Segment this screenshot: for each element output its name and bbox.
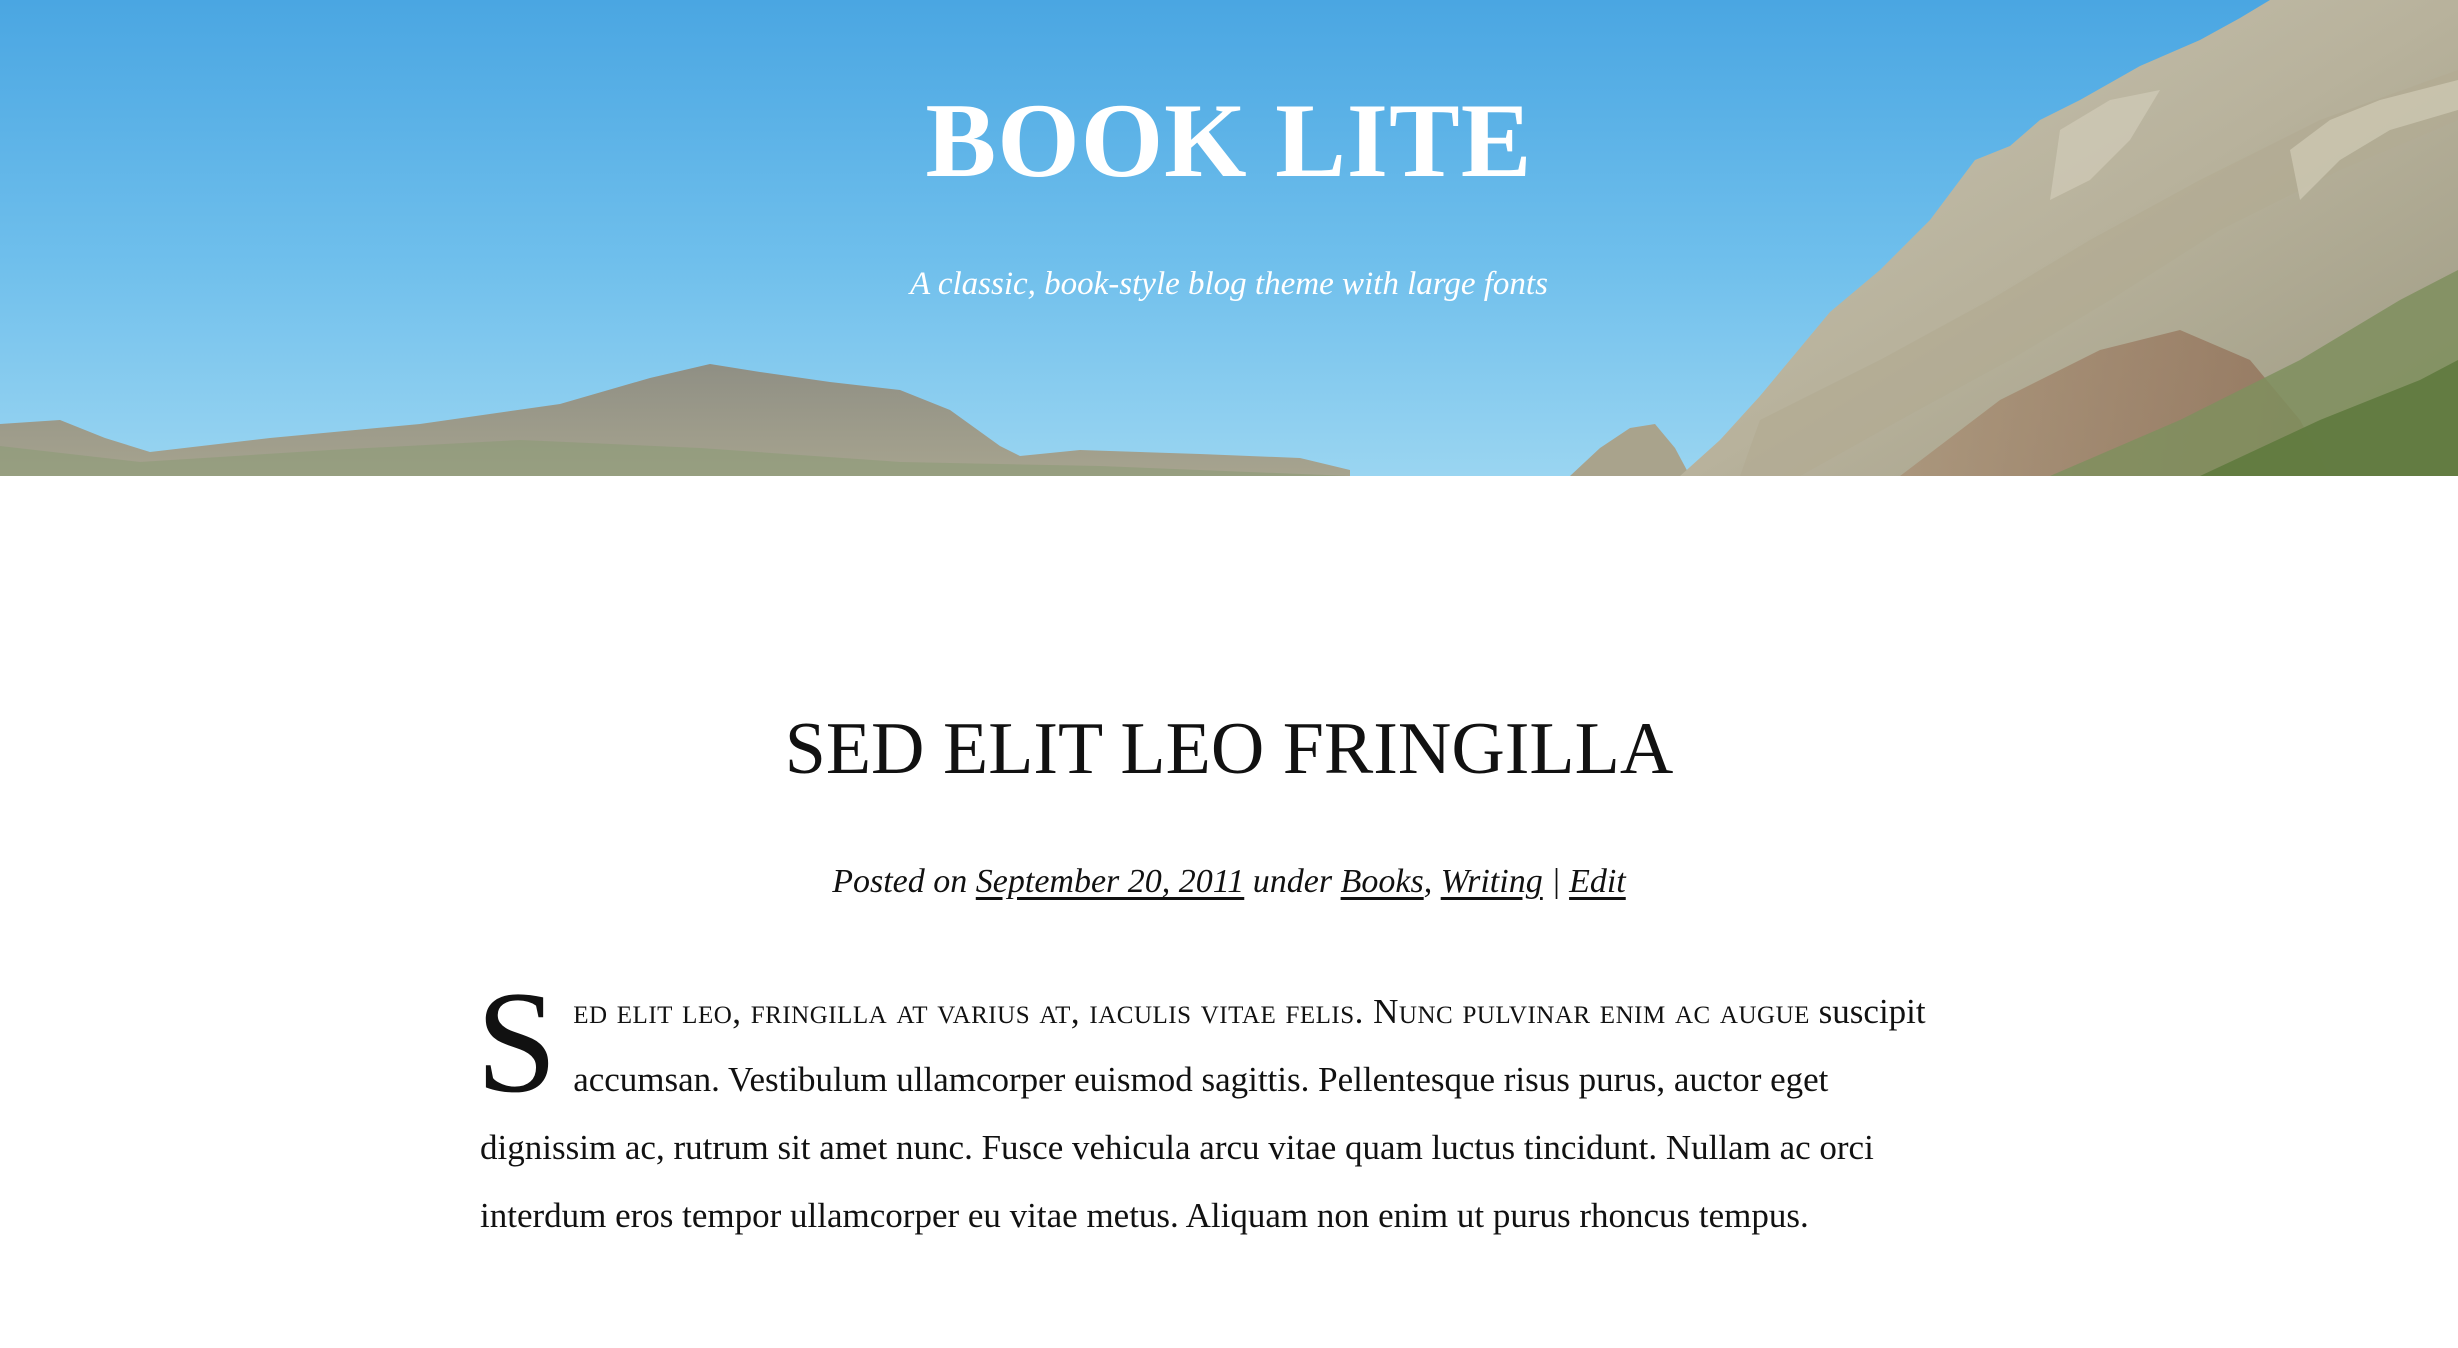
lead-in-text: ed elit leo, fringilla at varius at, iac…: [573, 992, 1810, 1031]
post-date-link[interactable]: September 20, 2011: [976, 863, 1244, 900]
post-title: SED ELIT LEO FRINGILLA: [784, 708, 1674, 790]
category-link-writing[interactable]: Writing: [1441, 863, 1543, 900]
site-title-link[interactable]: BOOK LITE: [926, 82, 1533, 199]
drop-cap: S: [476, 961, 558, 1123]
post-paragraph: Sed elit leo, fringilla at varius at, ia…: [476, 969, 1960, 1250]
site-header: BOOK LITE A classic, book-style blog the…: [0, 0, 2458, 476]
header-banner-image: [0, 0, 2458, 476]
post-content: Sed elit leo, fringilla at varius at, ia…: [476, 969, 1960, 1250]
site-tagline: A classic, book-style blog theme with la…: [910, 266, 1548, 302]
site-title: BOOK LITE: [0, 76, 2458, 206]
under-label: under: [1252, 863, 1333, 900]
category-separator: ,: [1423, 863, 1433, 900]
posted-on-label: Posted on: [832, 863, 968, 900]
category-link-books[interactable]: Books: [1341, 863, 1424, 900]
page: BOOK LITE A classic, book-style blog the…: [0, 0, 2458, 1348]
post-meta: Posted on September 20, 2011 under Books…: [0, 860, 2458, 904]
edit-separator: |: [1551, 863, 1561, 900]
edit-post-link[interactable]: Edit: [1569, 863, 1626, 900]
